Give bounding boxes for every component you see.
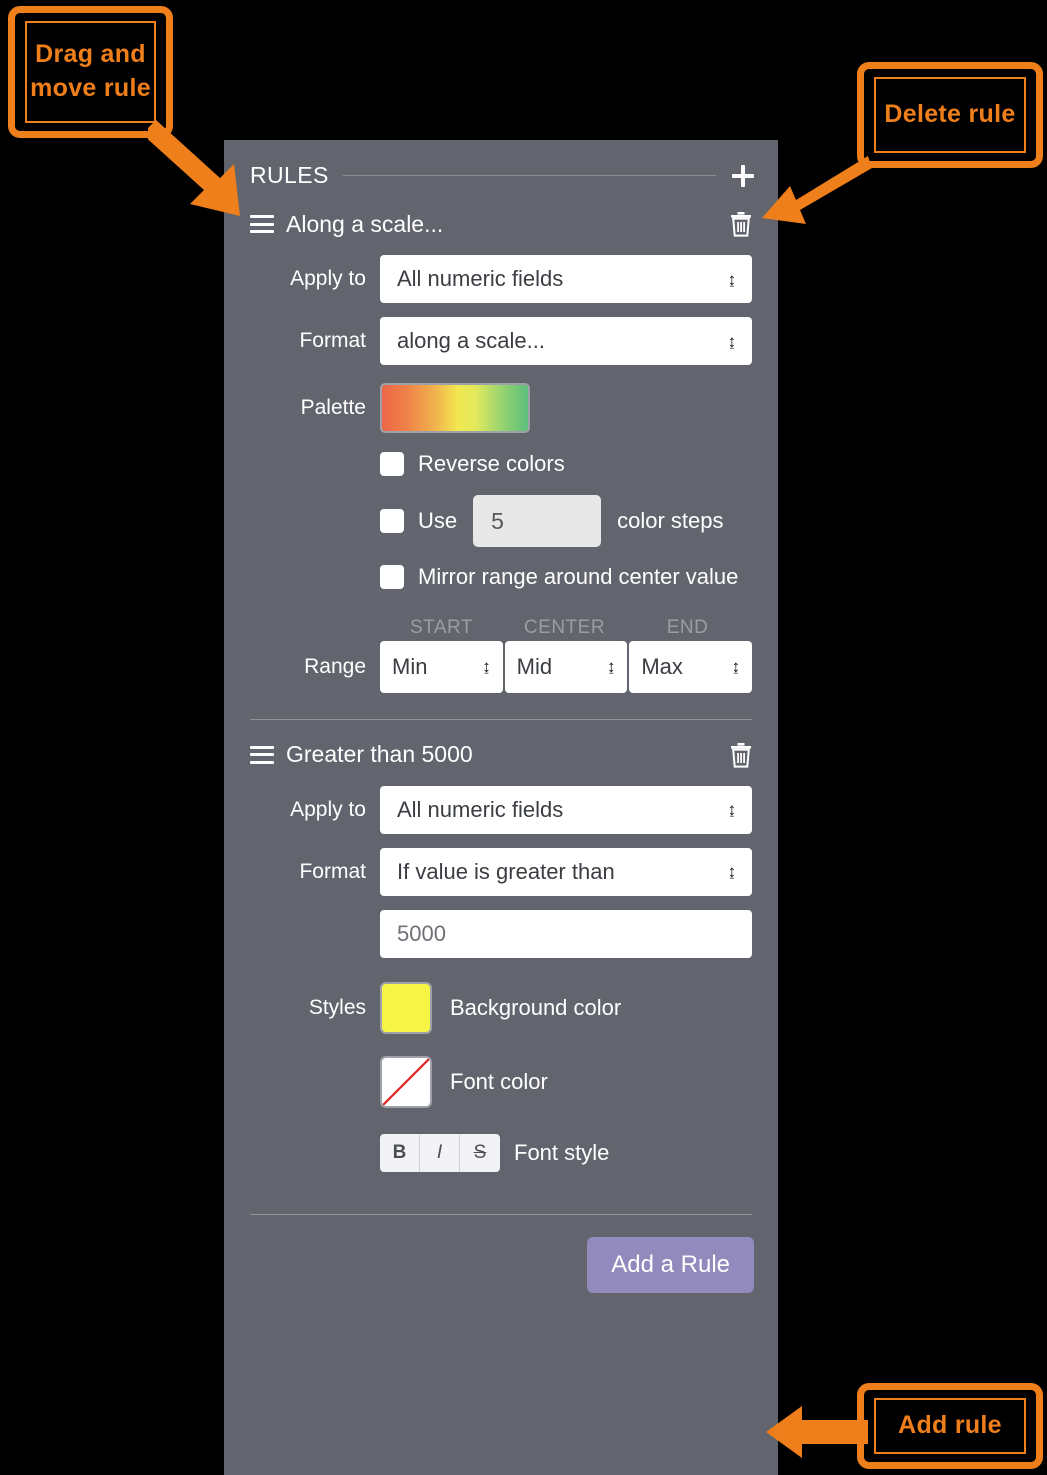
rule-title: Along a scale... [286, 210, 444, 237]
range-start-value: Min [392, 653, 428, 679]
rule-titlebar: Greater than 5000 [250, 738, 752, 772]
strikethrough-button[interactable]: S [460, 1133, 500, 1172]
format-value: If value is greater than [397, 858, 615, 884]
range-headers: START CENTER END [250, 617, 752, 639]
font-color-swatch[interactable] [380, 1055, 432, 1108]
apply-to-select[interactable]: All numeric fields ↨ [380, 255, 752, 303]
use-color-steps-checkbox[interactable] [380, 509, 404, 533]
annotation-arrow-drag-move [148, 120, 240, 216]
format-select[interactable]: If value is greater than ↨ [380, 847, 752, 896]
annotation-line-1: Drag and [35, 40, 146, 69]
annotation-add-rule: Add rule [857, 1383, 1043, 1469]
range-label: Range [304, 654, 366, 678]
annotation-delete-rule-text: Delete rule [884, 100, 1016, 129]
font-color-row: Font color [250, 1055, 752, 1108]
apply-to-label: Apply to [290, 797, 366, 821]
range-end-select[interactable]: Max ↨ [629, 640, 753, 693]
header-divider [342, 175, 716, 176]
trash-icon[interactable] [730, 211, 752, 237]
annotation-inner-border: Delete rule [874, 77, 1026, 153]
palette-label: Palette [300, 396, 366, 419]
chevron-updown-icon: ↨ [482, 657, 491, 676]
range-header-start: START [409, 616, 474, 638]
rule-block-along-a-scale: Along a scale... Apply to All numeric fi… [224, 207, 778, 693]
background-color-row: Styles Background color [250, 981, 752, 1034]
apply-to-value: All numeric fields [397, 266, 564, 291]
color-steps-label: color steps [617, 508, 724, 533]
range-header-end: END [666, 616, 709, 638]
apply-to-label: Apply to [290, 267, 366, 290]
annotation-drag-move-rule-text: Drag and move rule [30, 38, 151, 106]
mirror-range-label: Mirror range around center value [418, 564, 739, 589]
format-label: Format [299, 859, 366, 883]
format-row: Format If value is greater than ↨ [250, 847, 752, 896]
rules-panel-header: RULES [224, 140, 778, 189]
background-color-caption: Background color [450, 994, 622, 1020]
color-steps-input[interactable]: 5 [473, 495, 602, 547]
range-center-value: Mid [516, 653, 553, 679]
chevron-updown-icon: ↨ [606, 657, 616, 676]
font-color-caption: Font color [450, 1068, 548, 1094]
format-label: Format [299, 329, 366, 352]
add-rule-button[interactable]: Add a Rule [587, 1236, 754, 1293]
reverse-colors-checkbox[interactable] [380, 452, 404, 476]
chevron-updown-icon: ↨ [731, 657, 741, 676]
rule-block-greater-than-5000: Greater than 5000 Apply to All numeric f… [224, 738, 778, 1172]
add-rule-plus-icon[interactable] [730, 163, 756, 189]
apply-to-select[interactable]: All numeric fields ↨ [380, 785, 752, 834]
add-rule-footer: Add a Rule [224, 1215, 778, 1293]
annotation-inner-border: Add rule [874, 1398, 1026, 1454]
threshold-row: 5000 [250, 909, 752, 958]
styles-label: Styles [308, 995, 366, 1019]
annotation-inner-border: Drag and move rule [25, 21, 156, 123]
range-start-select[interactable]: Min ↨ [380, 640, 503, 693]
format-row: Format along a scale... ↨ [250, 317, 752, 365]
rule-divider [250, 718, 752, 720]
palette-row: Palette [250, 383, 752, 433]
drag-handle-icon[interactable] [250, 745, 274, 764]
format-value: along a scale... [397, 328, 545, 353]
bold-button[interactable]: B [380, 1133, 420, 1172]
trash-icon[interactable] [730, 742, 752, 768]
mirror-range-row: Mirror range around center value [250, 563, 752, 591]
threshold-input[interactable]: 5000 [380, 909, 752, 958]
apply-to-row: Apply to All numeric fields ↨ [250, 785, 752, 834]
chevron-updown-icon: ↨ [727, 331, 737, 351]
chevron-updown-icon: ↨ [727, 862, 737, 881]
font-style-row: B I S Font style [250, 1133, 752, 1172]
color-steps-row: Use 5 color steps [250, 495, 752, 547]
annotation-add-rule-text: Add rule [898, 1411, 1002, 1440]
range-center-select[interactable]: Mid ↨ [504, 640, 628, 693]
annotation-delete-rule: Delete rule [857, 62, 1043, 168]
annotation-line-2: move rule [30, 74, 151, 102]
format-select[interactable]: along a scale... ↨ [380, 317, 752, 365]
range-row: Range Min ↨ Mid ↨ Max ↨ [250, 640, 753, 693]
annotation-arrow-add-rule [766, 1406, 868, 1458]
apply-to-value: All numeric fields [397, 796, 564, 822]
background-color-swatch[interactable] [380, 981, 432, 1034]
chevron-updown-icon: ↨ [727, 800, 737, 819]
use-label: Use [418, 508, 458, 533]
range-end-value: Max [641, 653, 683, 679]
rule-title: Greater than 5000 [286, 741, 473, 767]
font-style-button-group: B I S [380, 1133, 500, 1172]
reverse-colors-label: Reverse colors [418, 451, 565, 476]
mirror-range-checkbox[interactable] [380, 564, 404, 589]
palette-swatch[interactable] [380, 383, 530, 433]
chevron-updown-icon: ↨ [727, 269, 737, 289]
range-header-center: CENTER [523, 616, 606, 638]
reverse-colors-row: Reverse colors [250, 451, 752, 477]
rule-titlebar: Along a scale... [250, 207, 752, 241]
apply-to-row: Apply to All numeric fields ↨ [250, 255, 752, 303]
font-style-caption: Font style [514, 1139, 610, 1165]
italic-button[interactable]: I [420, 1133, 460, 1172]
rules-panel: RULES Along a scale... Apply to All nume… [224, 140, 778, 1475]
annotation-arrow-delete-rule [762, 156, 872, 224]
